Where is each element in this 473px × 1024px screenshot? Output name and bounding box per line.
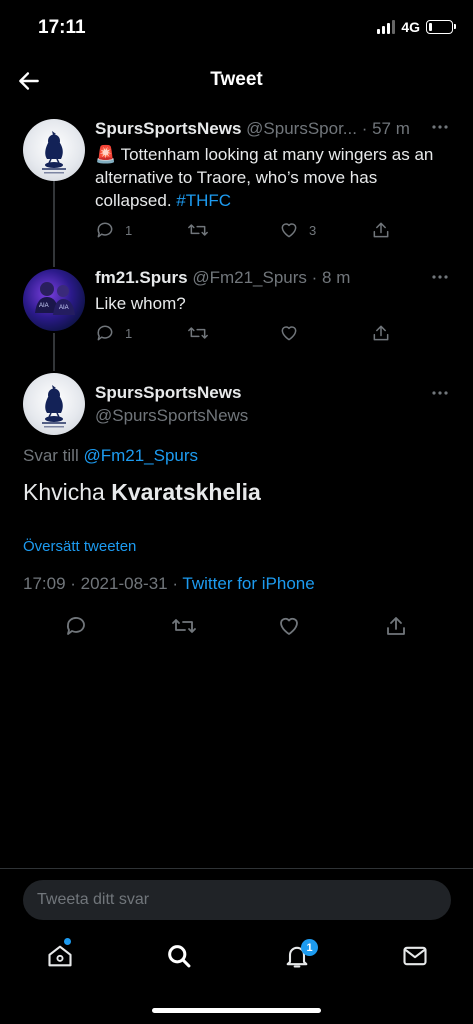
retweet-button[interactable] — [187, 323, 219, 343]
tweet-meta: 17:09 · 2021-08-31 · Twitter for iPhone — [23, 574, 315, 594]
reply-button[interactable] — [64, 614, 88, 638]
like-button[interactable]: 3 — [279, 220, 316, 240]
battery-icon — [426, 20, 456, 34]
reply-placeholder: Tweeta ditt svar — [37, 891, 150, 908]
source-link[interactable]: Twitter for iPhone — [182, 574, 314, 593]
page-title: Tweet — [210, 69, 263, 90]
status-bar: 17:11 4G — [0, 0, 473, 56]
reply-count: 1 — [125, 325, 133, 341]
tab-messages[interactable] — [401, 942, 429, 970]
like-button[interactable] — [279, 323, 309, 343]
heart-icon — [281, 326, 297, 341]
tweet-time: · 8 m — [311, 268, 351, 287]
search-icon — [168, 945, 191, 968]
reply-icon — [66, 617, 85, 635]
retweet-icon — [188, 224, 208, 236]
user-handle[interactable]: @Fm21_Spurs — [192, 268, 307, 287]
network-label: 4G — [401, 19, 420, 35]
tweet-header: fm21.Spurs @Fm21_Spurs · 8 m — [95, 268, 350, 288]
reply-button[interactable]: 1 — [95, 323, 132, 343]
reply-icon — [97, 325, 113, 341]
home-icon — [48, 945, 72, 967]
svg-text:AIA: AIA — [59, 305, 69, 311]
status-time: 17:11 — [38, 17, 86, 38]
svg-text:AIA: AIA — [39, 303, 49, 309]
user-handle[interactable]: @SpursSpor... — [246, 119, 357, 138]
share-icon — [373, 325, 389, 341]
display-name[interactable]: SpursSportsNews — [95, 119, 241, 138]
tab-bar: 1 — [0, 936, 473, 986]
like-count: 3 — [309, 222, 317, 238]
share-icon — [373, 222, 389, 238]
divider — [0, 868, 473, 869]
more-options-icon[interactable] — [431, 274, 449, 280]
tweet-text: 🚨 Tottenham looking at many wingers as a… — [95, 143, 440, 212]
reply-count: 1 — [125, 222, 133, 238]
tweet-time: · 57 m — [361, 119, 410, 138]
translate-link[interactable]: Översätt tweeten — [23, 538, 136, 555]
share-button[interactable] — [384, 614, 408, 638]
mail-icon — [403, 946, 427, 966]
thread-line — [53, 333, 55, 371]
tweet-text: Like whom? — [95, 294, 186, 313]
header: Tweet — [0, 56, 473, 106]
reply-context: Svar till @Fm21_Spurs — [23, 446, 198, 466]
retweet-icon — [172, 619, 196, 633]
tab-notifications[interactable]: 1 — [283, 939, 318, 970]
tab-search[interactable] — [165, 942, 193, 970]
reply-input[interactable]: Tweeta ditt svar — [23, 880, 451, 920]
mention-link[interactable]: @Fm21_Spurs — [83, 446, 198, 465]
reply-icon — [97, 222, 113, 238]
home-indicator[interactable] — [152, 1008, 321, 1013]
tab-home[interactable] — [46, 938, 74, 970]
main-tweet-actions — [0, 614, 473, 640]
spurs-crest-icon — [42, 131, 66, 174]
siren-emoji: 🚨 — [95, 145, 117, 164]
more-options-icon[interactable] — [431, 390, 449, 396]
share-icon — [387, 617, 405, 635]
tweet-body-bold: Kvaratskhelia — [111, 479, 261, 505]
retweet-button[interactable] — [171, 614, 197, 638]
tweet-timestamp: 17:09 · 2021-08-31 · — [23, 574, 183, 593]
retweet-button[interactable] — [187, 220, 219, 240]
tweet-header: SpursSportsNews @SpursSpor... · 57 m — [95, 119, 410, 139]
tweet-actions: 1 — [95, 323, 415, 347]
tweet-actions: 1 3 — [95, 220, 415, 244]
new-content-dot — [64, 938, 71, 945]
user-handle[interactable]: @SpursSportsNews — [95, 406, 248, 426]
tweet-body: Khvicha — [23, 479, 112, 505]
signal-icon — [377, 20, 396, 34]
avatar[interactable]: AIA AIA — [23, 269, 85, 331]
retweet-icon — [188, 327, 208, 339]
fm21-avatar-image: AIA AIA — [35, 282, 75, 315]
status-indicators: 4G — [377, 19, 456, 35]
display-name[interactable]: fm21.Spurs — [95, 268, 188, 287]
hashtag-link[interactable]: #THFC — [176, 191, 231, 210]
main-tweet-text: Khvicha Kvaratskhelia — [23, 479, 261, 506]
share-button[interactable] — [371, 323, 391, 343]
reply-prefix: Svar till — [23, 446, 84, 465]
heart-icon — [280, 617, 298, 635]
share-button[interactable] — [371, 220, 391, 240]
notification-badge: 1 — [301, 939, 318, 956]
reply-button[interactable]: 1 — [95, 220, 132, 240]
tweet-body: Tottenham looking at many wingers as an … — [95, 145, 434, 210]
display-name[interactable]: SpursSportsNews — [95, 383, 241, 403]
like-button[interactable] — [277, 614, 301, 638]
avatar[interactable] — [23, 119, 85, 181]
more-options-icon[interactable] — [431, 124, 449, 130]
spurs-crest-icon — [42, 385, 66, 428]
heart-icon — [281, 223, 297, 238]
thread-line — [53, 181, 55, 267]
avatar[interactable] — [23, 373, 85, 435]
